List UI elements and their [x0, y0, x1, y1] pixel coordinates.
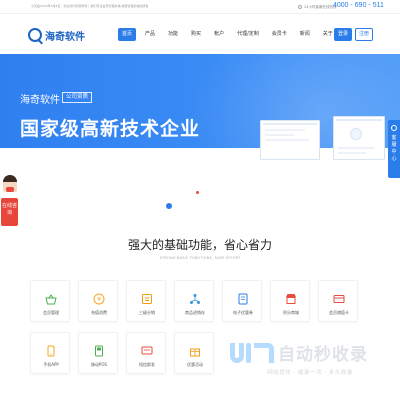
nav-item[interactable]: 购买	[187, 28, 205, 41]
feature-card-label: 会员管理	[43, 310, 59, 315]
logo-icon	[28, 28, 42, 42]
carousel-dot[interactable]	[166, 203, 172, 209]
hero-headline: 国家级高新技术企业	[20, 118, 201, 140]
site-header: 海奇软件 首页 产品 功能 购买 帐户 代理/定制 会员卡 新闻 关于 登录 注册	[0, 14, 400, 54]
hero-tag: 公司资质	[62, 92, 93, 103]
watermark-subtitle: 网站优化 · 收录一次 · 永久收录	[267, 370, 353, 376]
feature-card[interactable]: 会员储值卡	[318, 280, 358, 322]
feature-card-label: 充值消费	[91, 310, 107, 315]
support-center-label: 客服中心	[391, 135, 397, 162]
login-button[interactable]: 登录	[334, 28, 352, 41]
watermark-title: 自动秒收录	[278, 345, 368, 365]
headset-icon	[391, 125, 397, 131]
feature-card[interactable]: 手机APP	[30, 332, 70, 374]
feature-card[interactable]: 电子优惠券	[222, 280, 262, 322]
hero-banner[interactable]: 海奇软件 公司资质 国家级高新技术企业	[0, 54, 400, 215]
nav-item[interactable]: 代理/定制	[233, 28, 263, 41]
distribution-icon	[141, 290, 153, 304]
feature-card-label: 电子优惠券	[233, 310, 253, 315]
feature-card-label: 优惠活动	[187, 362, 203, 367]
feature-card[interactable]: ¥ 充值消费	[78, 280, 118, 322]
feature-card[interactable]: 三级分销	[126, 280, 166, 322]
nav-item[interactable]: 产品	[141, 28, 159, 41]
store-icon	[285, 290, 297, 304]
logo-text: 海奇软件	[45, 31, 85, 43]
phone-icon	[298, 5, 302, 9]
feature-card[interactable]: 优惠活动	[174, 332, 214, 374]
phone-icon	[45, 342, 57, 357]
feature-card[interactable]: 移动POS	[78, 332, 118, 374]
network-icon	[189, 290, 201, 304]
top-strip: 今天是2024年5月8日，欢迎访问海奇软件！我们专注会员管理系统,收银管理系统的…	[0, 0, 400, 14]
watermark: 自动秒收录 网站优化 · 收录一次 · 永久收录	[230, 340, 390, 380]
feature-card[interactable]: 商品进销存	[174, 280, 214, 322]
hero-seal-illustration	[350, 128, 362, 140]
feature-card-label: 短信群发	[139, 362, 155, 367]
feature-card-label: 手机APP	[43, 362, 59, 367]
hotline-number[interactable]: 4000 - 690 - 511	[333, 2, 384, 9]
feature-card[interactable]: 积分商城	[270, 280, 310, 322]
page: 今天是2024年5月8日，欢迎访问海奇软件！我们专注会员管理系统,收银管理系统的…	[0, 0, 400, 400]
gift-icon	[189, 342, 201, 357]
customer-service-avatar[interactable]	[3, 175, 17, 192]
sms-icon	[141, 342, 153, 355]
nav-item[interactable]: 功能	[164, 28, 182, 41]
basket-icon	[45, 290, 57, 305]
nav-item[interactable]: 会员卡	[268, 28, 291, 41]
site-logo[interactable]: 海奇软件	[28, 26, 85, 44]
svg-text:¥: ¥	[97, 296, 101, 303]
feature-card[interactable]: 会员管理	[30, 280, 70, 322]
nav-item[interactable]: 帐户	[210, 28, 228, 41]
feature-card-label: 三级分销	[139, 310, 155, 315]
feature-card-label: 移动POS	[90, 362, 108, 367]
feature-card[interactable]: 短信群发	[126, 332, 166, 374]
nav-item[interactable]: 新闻	[296, 28, 314, 41]
online-consult-button[interactable]: 在线咨询	[1, 198, 18, 226]
site-notice: 今天是2024年5月8日，欢迎访问海奇软件！我们专注会员管理系统,收银管理系统的…	[31, 4, 149, 8]
coupon-icon	[237, 290, 249, 305]
main-nav: 首页 产品 功能 购买 帐户 代理/定制 会员卡 新闻 关于	[118, 28, 342, 41]
feature-card-label: 会员储值卡	[329, 310, 349, 315]
feature-card-label: 商品进销存	[185, 310, 205, 315]
coin-icon: ¥	[93, 290, 105, 305]
register-button[interactable]: 注册	[355, 28, 373, 41]
feature-card-label: 积分商城	[283, 310, 299, 315]
pos-icon	[93, 342, 105, 357]
hero-screen-illustration	[260, 120, 320, 160]
support-center-tab[interactable]: 客服中心	[388, 120, 400, 178]
watermark-logo	[230, 343, 278, 365]
nav-item[interactable]: 首页	[118, 28, 137, 41]
hotline-label: 24小时客服在线热线	[304, 5, 337, 9]
hero-brand: 海奇软件	[20, 95, 60, 106]
hero-accent-dot	[196, 191, 199, 194]
card-icon	[333, 290, 345, 303]
features-title: 强大的基础功能，省心省力	[127, 238, 272, 252]
features-subtitle: STRONG BASIC FUNCTIONS, SAVE EFFORT	[159, 256, 241, 260]
